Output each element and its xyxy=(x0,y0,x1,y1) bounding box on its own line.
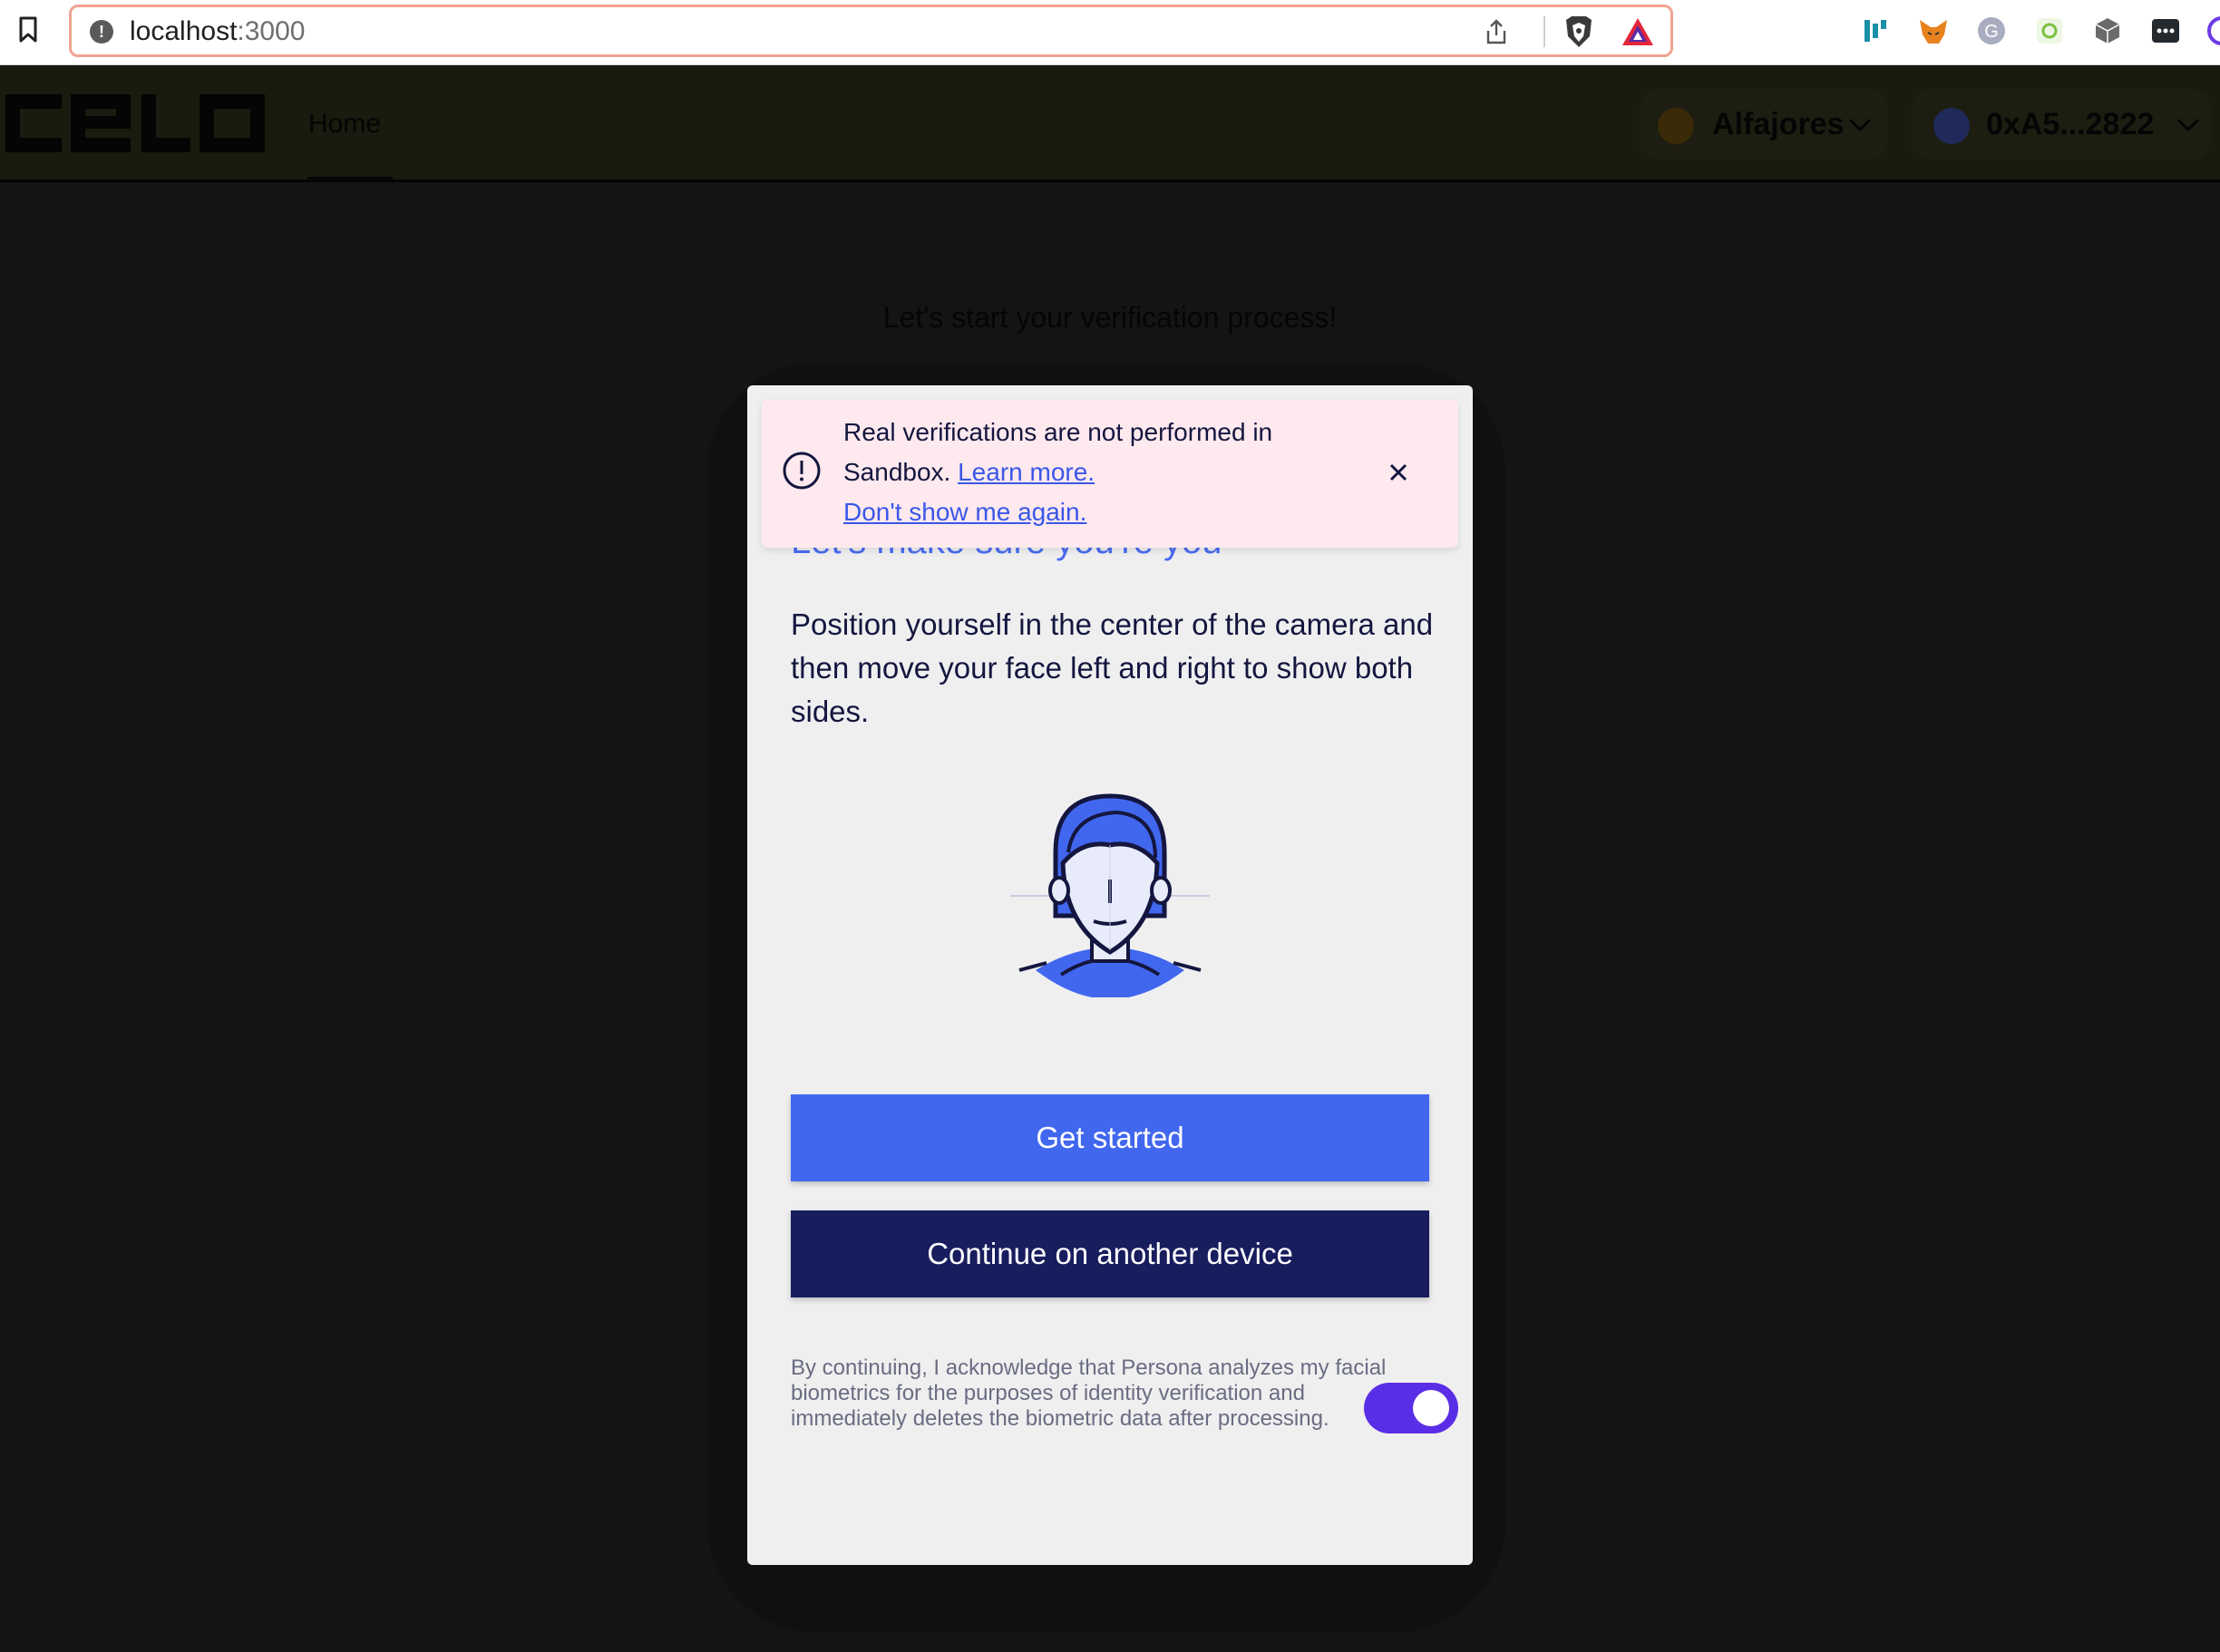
biometric-consent-text: By continuing, I acknowledge that Person… xyxy=(791,1356,1387,1431)
metamask-icon[interactable] xyxy=(1917,15,1950,47)
divider xyxy=(1543,16,1545,47)
profile-icon[interactable] xyxy=(2205,15,2220,47)
brave-rewards-icon[interactable] xyxy=(1621,16,1655,47)
celo-logo[interactable]: celo xyxy=(5,94,265,152)
close-icon[interactable] xyxy=(1388,462,1409,483)
instructions-text: Position yourself in the center of the c… xyxy=(791,607,1434,728)
nav-active-indicator xyxy=(307,177,393,180)
url-host: localhost xyxy=(130,16,238,46)
face-scan-illustration xyxy=(1010,793,1210,997)
address-bar[interactable]: ! localhost:3000 xyxy=(69,5,1673,57)
share-icon[interactable] xyxy=(1483,18,1510,45)
wallet-icon[interactable] xyxy=(2033,15,2066,47)
url-port: :3000 xyxy=(237,16,306,46)
verification-modal: Let's make sure you're you Real verifica… xyxy=(747,385,1473,1565)
account-label: 0xA5...2822 xyxy=(1986,107,2155,141)
page-heading: Let's start your verification process! xyxy=(882,301,1338,334)
dapp-icon[interactable] xyxy=(1859,15,1892,47)
network-selector[interactable]: Alfajores xyxy=(1640,89,1888,160)
sandbox-banner: Real verifications are not performed in … xyxy=(762,400,1458,548)
svg-text:G: G xyxy=(1984,22,1999,42)
bookmark-icon[interactable] xyxy=(18,16,38,44)
cube-icon[interactable] xyxy=(2091,15,2124,47)
chevron-down-icon xyxy=(2176,118,2200,132)
site-info-icon[interactable]: ! xyxy=(90,20,113,44)
grammarly-icon[interactable]: G xyxy=(1975,15,2008,47)
banner-message: Real verifications are not performed in … xyxy=(843,413,1351,532)
account-selector[interactable]: 0xA5...2822 xyxy=(1912,89,2211,160)
dots-icon[interactable] xyxy=(2149,15,2182,47)
url-text[interactable]: localhost:3000 xyxy=(130,16,305,47)
dont-show-again-link[interactable]: Don't show me again. xyxy=(843,498,1086,526)
get-started-button[interactable]: Get started xyxy=(791,1094,1429,1181)
network-label: Alfajores xyxy=(1712,107,1845,141)
chevron-down-icon xyxy=(1848,118,1872,132)
account-avatar xyxy=(1933,108,1970,144)
nav-home-link[interactable]: Home xyxy=(308,109,381,140)
browser-toolbar: ! localhost:3000 G xyxy=(0,0,2220,65)
continue-on-another-device-button[interactable]: Continue on another device xyxy=(791,1210,1429,1297)
alert-circle-icon xyxy=(783,452,821,490)
toggle-knob[interactable] xyxy=(1413,1390,1449,1426)
consent-toggle[interactable] xyxy=(1364,1383,1458,1433)
brave-shield-icon[interactable] xyxy=(1563,15,1595,49)
network-icon xyxy=(1658,108,1694,144)
learn-more-link[interactable]: Learn more. xyxy=(958,458,1095,486)
